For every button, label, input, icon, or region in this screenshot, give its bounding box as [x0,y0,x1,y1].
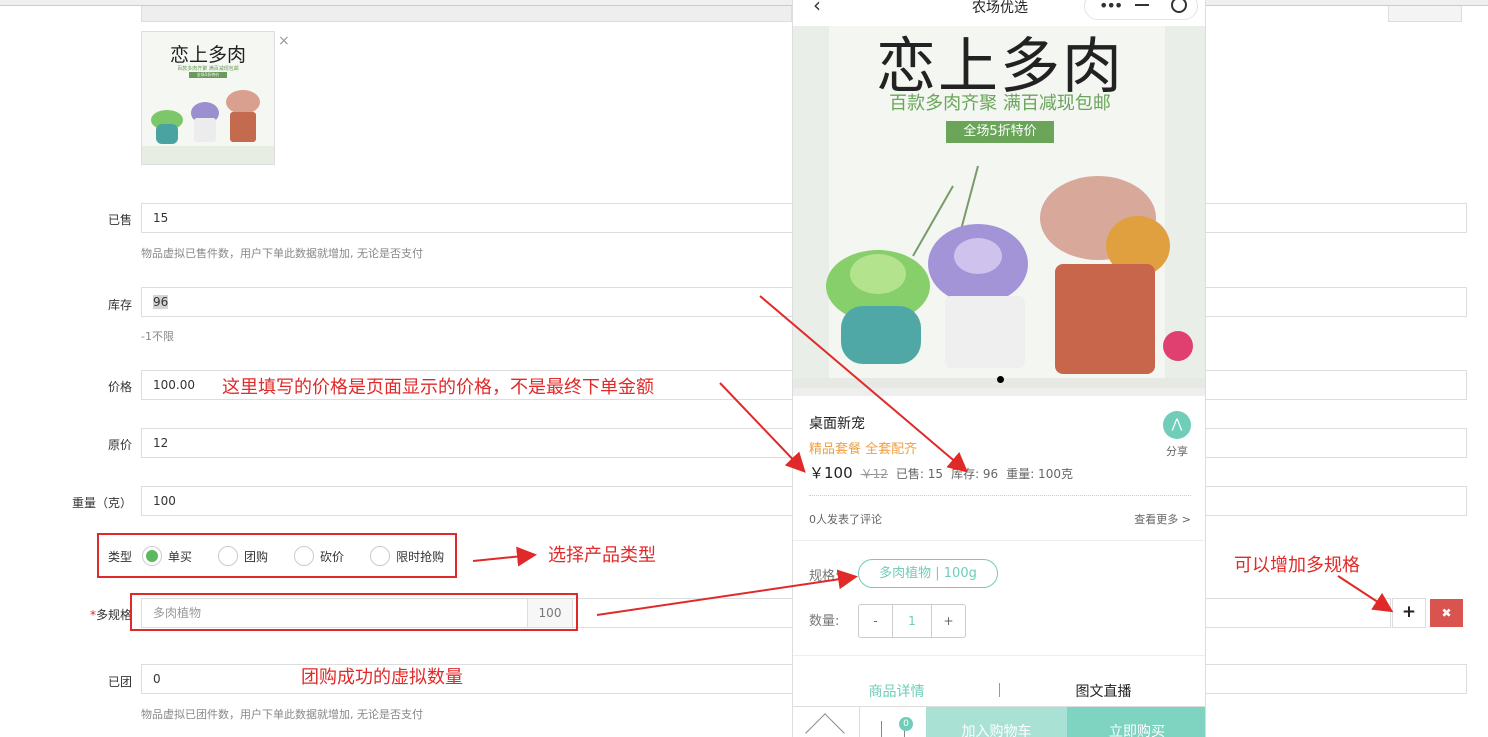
arrow-to-price [719,382,806,473]
arrow-to-type-note [472,546,537,567]
arrow-to-stock [759,295,969,473]
annotation-arrows [472,295,1394,616]
arrow-to-add-spec [1337,575,1394,613]
arrow-to-spec-chip [596,569,858,616]
